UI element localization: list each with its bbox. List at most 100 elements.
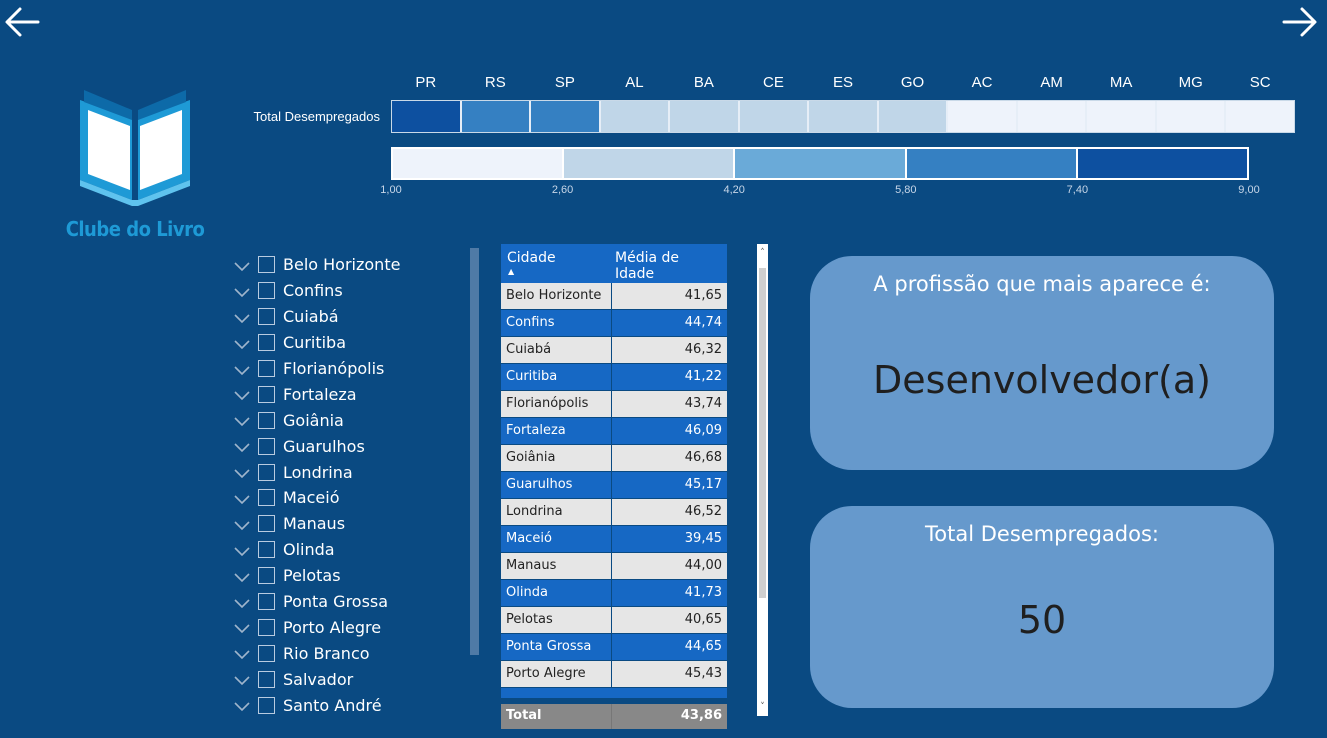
- chevron-down-icon[interactable]: [232, 672, 252, 686]
- table-row[interactable]: Pelotas 40,65: [501, 607, 727, 634]
- checkbox[interactable]: [258, 334, 275, 352]
- table-row[interactable]: Goiânia 46,68: [501, 445, 727, 472]
- cell-age: 44,74: [611, 310, 727, 336]
- cell-city: Olinda: [501, 580, 611, 606]
- slicer-item[interactable]: Confins: [232, 278, 467, 304]
- checkbox[interactable]: [258, 282, 275, 300]
- table-row[interactable]: Cuiabá 46,32: [501, 337, 727, 364]
- chevron-down-icon[interactable]: [232, 595, 252, 609]
- checkbox[interactable]: [258, 593, 275, 611]
- slicer-item[interactable]: Rio Branco: [232, 640, 467, 666]
- chevron-down-icon[interactable]: [232, 543, 252, 557]
- checkbox[interactable]: [258, 670, 275, 688]
- table-row[interactable]: Londrina 46,52: [501, 499, 727, 526]
- chevron-down-icon[interactable]: [232, 439, 252, 453]
- checkbox[interactable]: [258, 385, 275, 403]
- heat-cell-al[interactable]: [600, 101, 671, 132]
- table-row[interactable]: Ponta Grossa 44,65: [501, 634, 727, 661]
- state-heatmap[interactable]: [391, 100, 1295, 133]
- table-scroll-thumb[interactable]: [759, 268, 766, 598]
- heat-cell-sc[interactable]: [1226, 101, 1294, 132]
- slicer-item[interactable]: Curitiba: [232, 330, 467, 356]
- scroll-up-icon[interactable]: ˄: [757, 248, 768, 258]
- heat-cell-ce[interactable]: [739, 101, 810, 132]
- checkbox[interactable]: [258, 256, 275, 274]
- cell-city: Guarulhos: [501, 472, 611, 498]
- heat-cell-sp[interactable]: [531, 101, 601, 132]
- checkbox[interactable]: [258, 644, 275, 662]
- state-label-sp: SP: [554, 74, 575, 91]
- slicer-item[interactable]: Goiânia: [232, 407, 467, 433]
- slicer-item[interactable]: Santo André: [232, 692, 467, 718]
- heat-cell-mg[interactable]: [1156, 101, 1227, 132]
- heat-cell-pr[interactable]: [392, 101, 462, 132]
- heat-cell-am[interactable]: [1017, 101, 1088, 132]
- checkbox[interactable]: [258, 515, 275, 533]
- chevron-down-icon[interactable]: [232, 646, 252, 660]
- table-row[interactable]: Porto Alegre 45,43: [501, 661, 727, 688]
- slicer-item[interactable]: Ponta Grossa: [232, 589, 467, 615]
- table-row[interactable]: Manaus 44,00: [501, 553, 727, 580]
- chevron-down-icon[interactable]: [232, 362, 252, 376]
- table-row[interactable]: Fortaleza 46,09: [501, 418, 727, 445]
- profession-card: A profissão que mais aparece é: Desenvol…: [810, 256, 1274, 470]
- checkbox[interactable]: [258, 308, 275, 326]
- table-row[interactable]: Belo Horizonte 41,65: [501, 283, 727, 310]
- checkbox[interactable]: [258, 463, 275, 481]
- slicer-scrollbar[interactable]: [470, 248, 479, 655]
- chevron-down-icon[interactable]: [232, 310, 252, 324]
- slicer-item[interactable]: Cuiabá: [232, 304, 467, 330]
- legend-segment: [1077, 149, 1248, 178]
- heat-cell-ma[interactable]: [1087, 101, 1157, 132]
- checkbox[interactable]: [258, 541, 275, 559]
- back-arrow-icon[interactable]: [2, 2, 42, 42]
- chevron-down-icon[interactable]: [232, 413, 252, 427]
- chevron-down-icon[interactable]: [232, 517, 252, 531]
- table-row[interactable]: Maceió 39,45: [501, 526, 727, 553]
- slicer-item[interactable]: Manaus: [232, 511, 467, 537]
- chevron-down-icon[interactable]: [232, 336, 252, 350]
- slicer-item[interactable]: Belo Horizonte: [232, 252, 467, 278]
- table-row[interactable]: Confins 44,74: [501, 310, 727, 337]
- slicer-item[interactable]: Pelotas: [232, 563, 467, 589]
- chevron-down-icon[interactable]: [232, 569, 252, 583]
- slicer-item[interactable]: Guarulhos: [232, 433, 467, 459]
- heat-cell-rs[interactable]: [461, 101, 532, 132]
- table-row[interactable]: Florianópolis 43,74: [501, 391, 727, 418]
- slicer-item[interactable]: Maceió: [232, 485, 467, 511]
- chevron-down-icon[interactable]: [232, 284, 252, 298]
- heat-cell-es[interactable]: [809, 101, 879, 132]
- checkbox[interactable]: [258, 567, 275, 585]
- slicer-item[interactable]: Fortaleza: [232, 381, 467, 407]
- column-header-city[interactable]: Cidade ▲: [501, 244, 611, 283]
- heat-cell-ba[interactable]: [670, 101, 740, 132]
- checkbox[interactable]: [258, 360, 275, 377]
- slicer-item[interactable]: Porto Alegre: [232, 614, 467, 640]
- table-row[interactable]: Guarulhos 45,17: [501, 472, 727, 499]
- chevron-down-icon[interactable]: [232, 258, 252, 272]
- chevron-down-icon[interactable]: [232, 465, 252, 479]
- slicer-item[interactable]: Olinda: [232, 537, 467, 563]
- table-row[interactable]: Curitiba 41,22: [501, 364, 727, 391]
- chevron-down-icon[interactable]: [232, 698, 252, 712]
- checkbox[interactable]: [258, 489, 275, 507]
- checkbox[interactable]: [258, 696, 275, 714]
- slicer-item-label: Belo Horizonte: [283, 255, 401, 275]
- slicer-item[interactable]: Salvador: [232, 666, 467, 692]
- chevron-down-icon[interactable]: [232, 491, 252, 505]
- table-scrollbar[interactable]: ˄ ˅: [757, 244, 768, 716]
- scroll-down-icon[interactable]: ˅: [757, 702, 768, 712]
- column-header-age[interactable]: Média de Idade: [611, 244, 727, 283]
- heat-cell-ac[interactable]: [948, 101, 1018, 132]
- checkbox[interactable]: [258, 618, 275, 636]
- heat-cell-go[interactable]: [878, 101, 949, 132]
- slicer-item[interactable]: Londrina: [232, 459, 467, 485]
- chevron-down-icon[interactable]: [232, 620, 252, 634]
- slicer-item[interactable]: Florianópolis: [232, 356, 467, 382]
- cell-city: Curitiba: [501, 364, 611, 390]
- chevron-down-icon[interactable]: [232, 387, 252, 401]
- checkbox[interactable]: [258, 437, 275, 455]
- table-row[interactable]: Olinda 41,73: [501, 580, 727, 607]
- forward-arrow-icon[interactable]: [1280, 2, 1320, 42]
- checkbox[interactable]: [258, 411, 275, 429]
